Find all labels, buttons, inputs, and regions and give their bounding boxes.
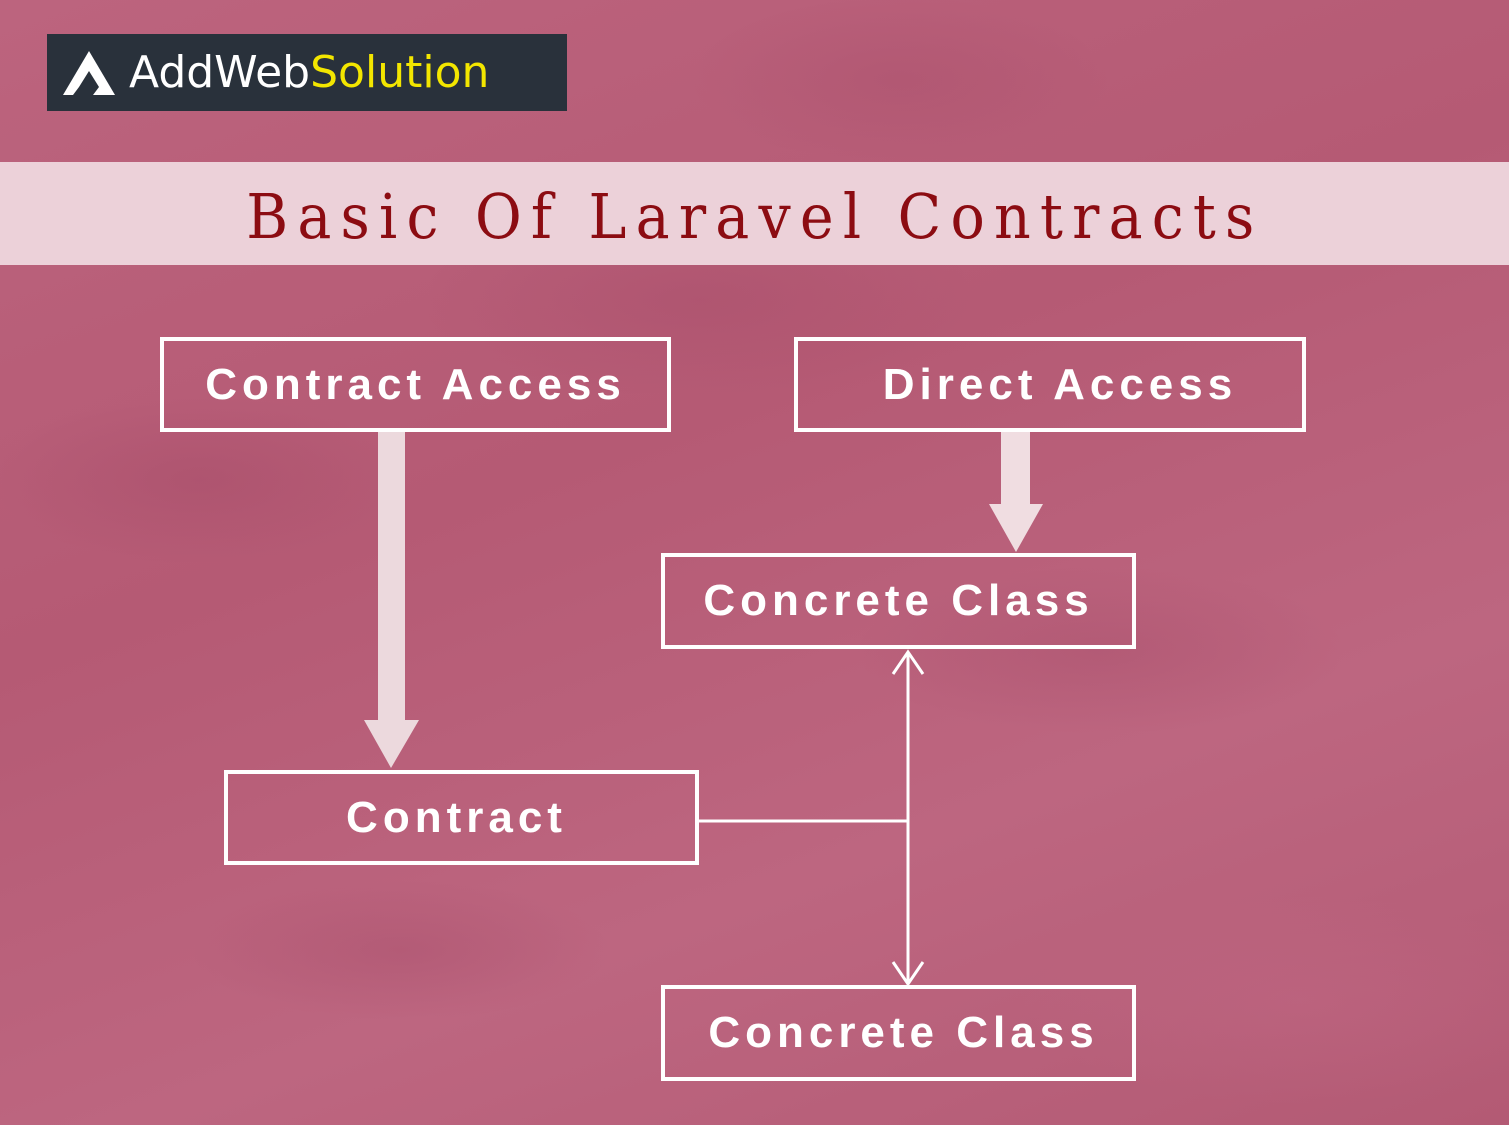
node-label: Contract Access	[205, 359, 626, 409]
node-label: Concrete Class	[703, 576, 1094, 625]
node-label: Contract	[346, 792, 567, 842]
edge-direct-access-to-concrete-class	[989, 432, 1043, 552]
edge-contract-to-concrete-classes	[698, 649, 925, 987]
node-direct-access: Direct Access	[794, 337, 1306, 432]
edge-contract-access-to-contract	[364, 432, 419, 768]
node-contract: Contract	[224, 770, 699, 865]
node-contract-access: Contract Access	[160, 337, 671, 432]
node-concrete-class-2: Concrete Class	[661, 985, 1136, 1081]
node-label: Concrete Class	[708, 1008, 1099, 1057]
node-label: Direct Access	[882, 359, 1238, 409]
node-concrete-class-1: Concrete Class	[661, 553, 1136, 649]
